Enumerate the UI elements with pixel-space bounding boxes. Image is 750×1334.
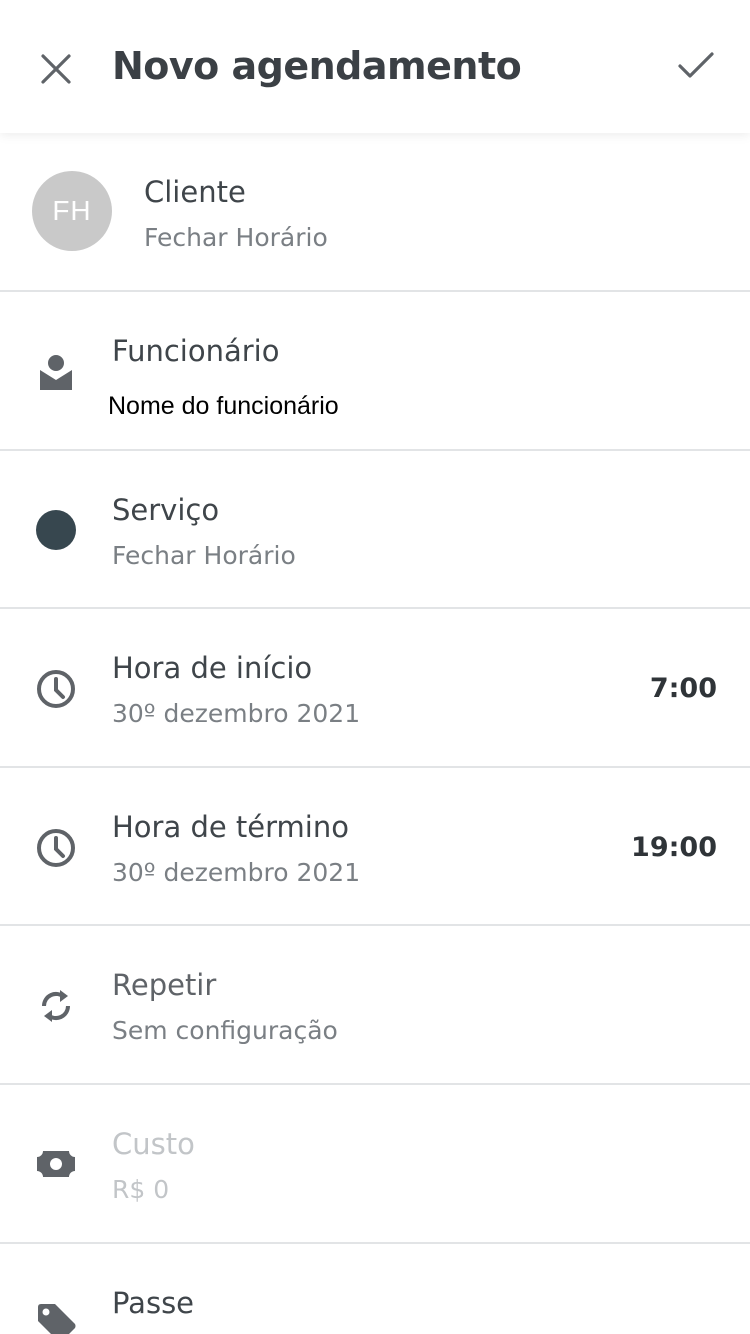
service-value: Fechar Horário — [112, 541, 296, 570]
close-button[interactable] — [34, 47, 78, 91]
tag-icon — [30, 1296, 82, 1334]
cost-row[interactable]: Custo R$ 0 — [0, 1085, 750, 1244]
client-label: Cliente — [144, 175, 246, 209]
client-value: Fechar Horário — [144, 223, 328, 252]
end-time-value: 19:00 — [631, 832, 717, 863]
clock-icon — [30, 822, 82, 874]
start-time-row[interactable]: Hora de início 30º dezembro 2021 7:00 — [0, 609, 750, 768]
service-color-icon — [30, 504, 82, 556]
close-icon — [41, 54, 71, 84]
cost-label: Custo — [112, 1127, 195, 1161]
start-date: 30º dezembro 2021 — [112, 699, 361, 728]
repeat-row[interactable]: Repetir Sem configuração — [0, 926, 750, 1085]
clock-icon — [30, 663, 82, 715]
money-icon — [30, 1138, 82, 1190]
repeat-icon — [30, 980, 82, 1032]
pass-label: Passe — [112, 1286, 195, 1320]
start-time-label: Hora de início — [112, 651, 313, 685]
page-title: Novo agendamento — [112, 44, 522, 88]
app-header: Novo agendamento — [0, 0, 750, 133]
end-date: 30º dezembro 2021 — [112, 858, 361, 887]
pass-row[interactable]: Passe — [0, 1244, 750, 1334]
avatar-initials: FH — [52, 195, 92, 226]
confirm-button[interactable] — [672, 44, 720, 88]
avatar: FH — [32, 171, 112, 251]
service-label: Serviço — [112, 493, 220, 527]
employee-label: Funcionário — [112, 334, 280, 368]
employee-row[interactable]: Funcionário Nome do funcionário — [0, 292, 750, 451]
client-row[interactable]: FH Cliente Fechar Horário — [0, 133, 750, 292]
person-icon — [30, 346, 82, 398]
employee-value: Nome do funcionário — [108, 392, 339, 420]
repeat-value: Sem configuração — [112, 1016, 338, 1045]
end-time-label: Hora de término — [112, 810, 349, 844]
start-time-value: 7:00 — [649, 673, 717, 704]
repeat-label: Repetir — [112, 968, 217, 1002]
cost-value: R$ 0 — [112, 1175, 170, 1204]
end-time-row[interactable]: Hora de término 30º dezembro 2021 19:00 — [0, 768, 750, 926]
check-icon — [678, 52, 714, 78]
service-row[interactable]: Serviço Fechar Horário — [0, 451, 750, 609]
